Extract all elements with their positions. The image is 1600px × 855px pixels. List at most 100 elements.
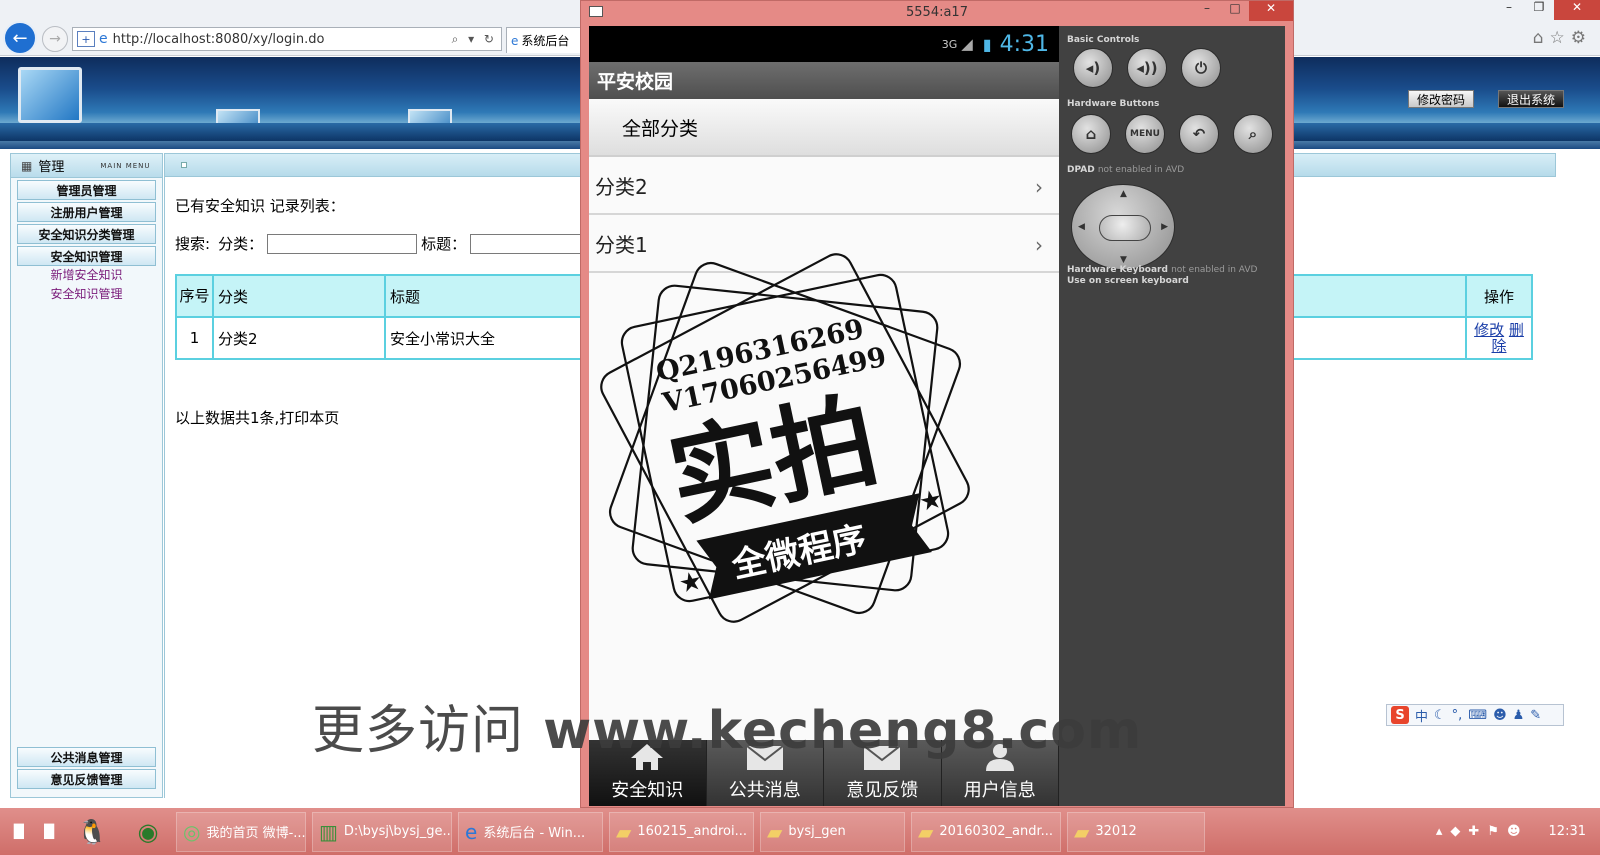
forward-button[interactable]: → bbox=[42, 26, 68, 52]
task-ie[interactable]: e 系统后台 - Win... bbox=[458, 811, 603, 852]
chrome-icon: ◉ bbox=[137, 817, 159, 846]
list-header[interactable]: 全部分类 bbox=[589, 99, 1059, 157]
close-button[interactable]: ✕ bbox=[1249, 1, 1293, 21]
sidebar-item-users[interactable]: 注册用户管理 bbox=[17, 202, 156, 222]
keyboard-label: Hardware Keyboard not enabled in AVD bbox=[1067, 265, 1258, 275]
task-folder-4[interactable]: ▰ 32012 bbox=[1067, 811, 1205, 852]
menu-button[interactable]: MENU bbox=[1125, 114, 1165, 154]
wrench-icon[interactable]: ✎ bbox=[1530, 708, 1541, 723]
tab-title: 系统后台 bbox=[521, 34, 570, 48]
tab-label: 用户信息 bbox=[963, 780, 1036, 801]
qq-pin[interactable]: 🐧 bbox=[64, 810, 120, 854]
maximize-button[interactable]: □ bbox=[1221, 1, 1249, 21]
sidebar-item-knowledge[interactable]: 安全知识管理 bbox=[17, 246, 156, 266]
search-refresh-icons[interactable]: ⌕ ▾ ↻ bbox=[452, 32, 501, 47]
sogou-icon[interactable]: S bbox=[1391, 706, 1409, 724]
tab-label: 意见反馈 bbox=[846, 780, 919, 801]
cell-op: 修改 删除 bbox=[1465, 316, 1533, 360]
address-bar[interactable]: + e http://localhost:8080/xy/login.do ⌕ … bbox=[72, 27, 502, 51]
keyboard-icon[interactable]: ⌨ bbox=[1468, 708, 1487, 723]
back-hw-button[interactable]: ↶ bbox=[1179, 114, 1219, 154]
header-buttons: 修改密码 退出系统 bbox=[1407, 90, 1564, 108]
volume-up-button[interactable]: ◂)) bbox=[1127, 48, 1167, 88]
start-button[interactable]: ▘▝ bbox=[0, 808, 64, 855]
sidebar-item-feedback[interactable]: 意见反馈管理 bbox=[17, 769, 156, 789]
sidebar: ▦ 管理 MAIN MENU 管理员管理 注册用户管理 安全知识分类管理 安全知… bbox=[10, 153, 163, 798]
dpad-right-icon[interactable]: ▶ bbox=[1161, 222, 1168, 232]
tray-expand-icon[interactable]: ▴ bbox=[1436, 824, 1443, 839]
title-label: 标题： bbox=[421, 235, 467, 253]
header-no: 序号 bbox=[175, 274, 214, 318]
punctuation-icon[interactable]: °, bbox=[1452, 708, 1463, 723]
category-search-input[interactable] bbox=[267, 233, 418, 254]
browser-tab[interactable]: e 系统后台 bbox=[506, 27, 586, 53]
folder-icon: ▰ bbox=[616, 819, 632, 844]
power-button[interactable]: ⏻ bbox=[1181, 48, 1221, 88]
window-icon bbox=[589, 6, 603, 17]
system-tray: ▴ ◆ ✚ ⚑ ☻ 12:31 bbox=[1436, 808, 1600, 855]
submenu-add-knowledge[interactable]: 新增安全知识 bbox=[11, 266, 162, 285]
dpad-left-icon[interactable]: ◀ bbox=[1078, 222, 1085, 232]
shirt-icon[interactable]: ♟ bbox=[1513, 708, 1525, 723]
logout-button[interactable]: 退出系统 bbox=[1497, 90, 1564, 108]
task-folder-2[interactable]: ▰ bysj_gen bbox=[760, 811, 905, 852]
home-button[interactable]: ⌂ bbox=[1071, 114, 1111, 154]
submenu-manage-knowledge[interactable]: 安全知识管理 bbox=[11, 285, 162, 304]
task-folder-3[interactable]: ▰ 20160302_andr... bbox=[911, 811, 1061, 852]
user-icon[interactable]: ☻ bbox=[1493, 708, 1507, 723]
tray-app-icon[interactable]: ◆ bbox=[1450, 824, 1460, 839]
home-icon[interactable]: ⌂ bbox=[1533, 28, 1550, 48]
ie-icon: e bbox=[465, 819, 478, 844]
folder-icon: ▰ bbox=[767, 819, 783, 844]
url-text[interactable]: http://localhost:8080/xy/login.do bbox=[113, 32, 452, 47]
task-weibo[interactable]: ◎ 我的首页 微博-... bbox=[176, 811, 306, 852]
hardware-buttons-label: Hardware Buttons bbox=[1067, 99, 1160, 109]
app-title: 平安校园 bbox=[597, 71, 674, 93]
dpad-center[interactable] bbox=[1099, 215, 1151, 241]
sidebar-item-categories[interactable]: 安全知识分类管理 bbox=[17, 224, 156, 244]
power-icon: ⏻ bbox=[1195, 59, 1207, 77]
task-editor[interactable]: ▥ D:\bysj\bysj_ge... bbox=[312, 811, 452, 852]
back-button[interactable]: ← bbox=[3, 21, 37, 55]
tray-qq-icon[interactable]: ☻ bbox=[1507, 824, 1521, 839]
ime-toolbar[interactable]: S 中 ☾ °, ⌨ ☻ ♟ ✎ bbox=[1386, 704, 1564, 726]
tab-label: 公共消息 bbox=[728, 780, 801, 801]
dpad-up-icon[interactable]: ▲ bbox=[1120, 189, 1127, 199]
header-op: 操作 bbox=[1465, 274, 1533, 318]
star-icon[interactable]: ☆ bbox=[1550, 28, 1571, 48]
list-item[interactable]: 分类2 › bbox=[589, 157, 1059, 215]
search-hw-button[interactable]: ⌕ bbox=[1233, 114, 1273, 154]
sidebar-item-admin[interactable]: 管理员管理 bbox=[17, 180, 156, 200]
task-folder-1[interactable]: ▰ 160215_androi... bbox=[609, 811, 754, 852]
star-icon: ★ bbox=[916, 484, 945, 518]
dpad-down-icon[interactable]: ▼ bbox=[1120, 255, 1127, 265]
minimize-button[interactable]: – bbox=[1193, 1, 1221, 21]
status-bar: 3G ◢ ▮ 4:31 bbox=[589, 26, 1059, 62]
signal-icon: ◢ bbox=[961, 35, 973, 53]
minimize-button[interactable]: – bbox=[1494, 0, 1524, 20]
gear-icon[interactable]: ⚙ bbox=[1571, 28, 1592, 48]
qq-icon: 🐧 bbox=[77, 817, 107, 846]
arrow-right-icon: → bbox=[49, 31, 61, 47]
folder-icon: ▰ bbox=[918, 819, 934, 844]
restore-button[interactable]: ❐ bbox=[1524, 0, 1554, 20]
tab-label: 安全知识 bbox=[611, 780, 684, 801]
volume-down-button[interactable]: ◂) bbox=[1073, 48, 1113, 88]
basic-controls-label: Basic Controls bbox=[1067, 35, 1140, 45]
sidebar-item-messages[interactable]: 公共消息管理 bbox=[17, 747, 156, 767]
chrome-pin[interactable]: ◉ bbox=[120, 810, 176, 854]
compat-view-icon[interactable]: + bbox=[77, 31, 95, 47]
browser-right-icons[interactable]: ⌂☆⚙ bbox=[1533, 28, 1592, 48]
clock[interactable]: 12:31 bbox=[1549, 824, 1586, 839]
home-icon: ⌂ bbox=[1085, 125, 1097, 143]
chevron-right-icon: › bbox=[1035, 175, 1043, 199]
ime-mode[interactable]: 中 bbox=[1415, 706, 1428, 725]
dpad[interactable]: ▲ ▼ ◀ ▶ bbox=[1071, 184, 1175, 270]
grid-icon: ▦ bbox=[21, 158, 33, 173]
moon-icon[interactable]: ☾ bbox=[1434, 708, 1446, 723]
tray-plus-icon[interactable]: ✚ bbox=[1468, 824, 1479, 839]
change-password-button[interactable]: 修改密码 bbox=[1407, 90, 1474, 108]
close-button[interactable]: ✕ bbox=[1554, 0, 1600, 20]
tray-flag-icon[interactable]: ⚑ bbox=[1487, 824, 1499, 839]
search-icon: ⌕ bbox=[1248, 125, 1258, 143]
